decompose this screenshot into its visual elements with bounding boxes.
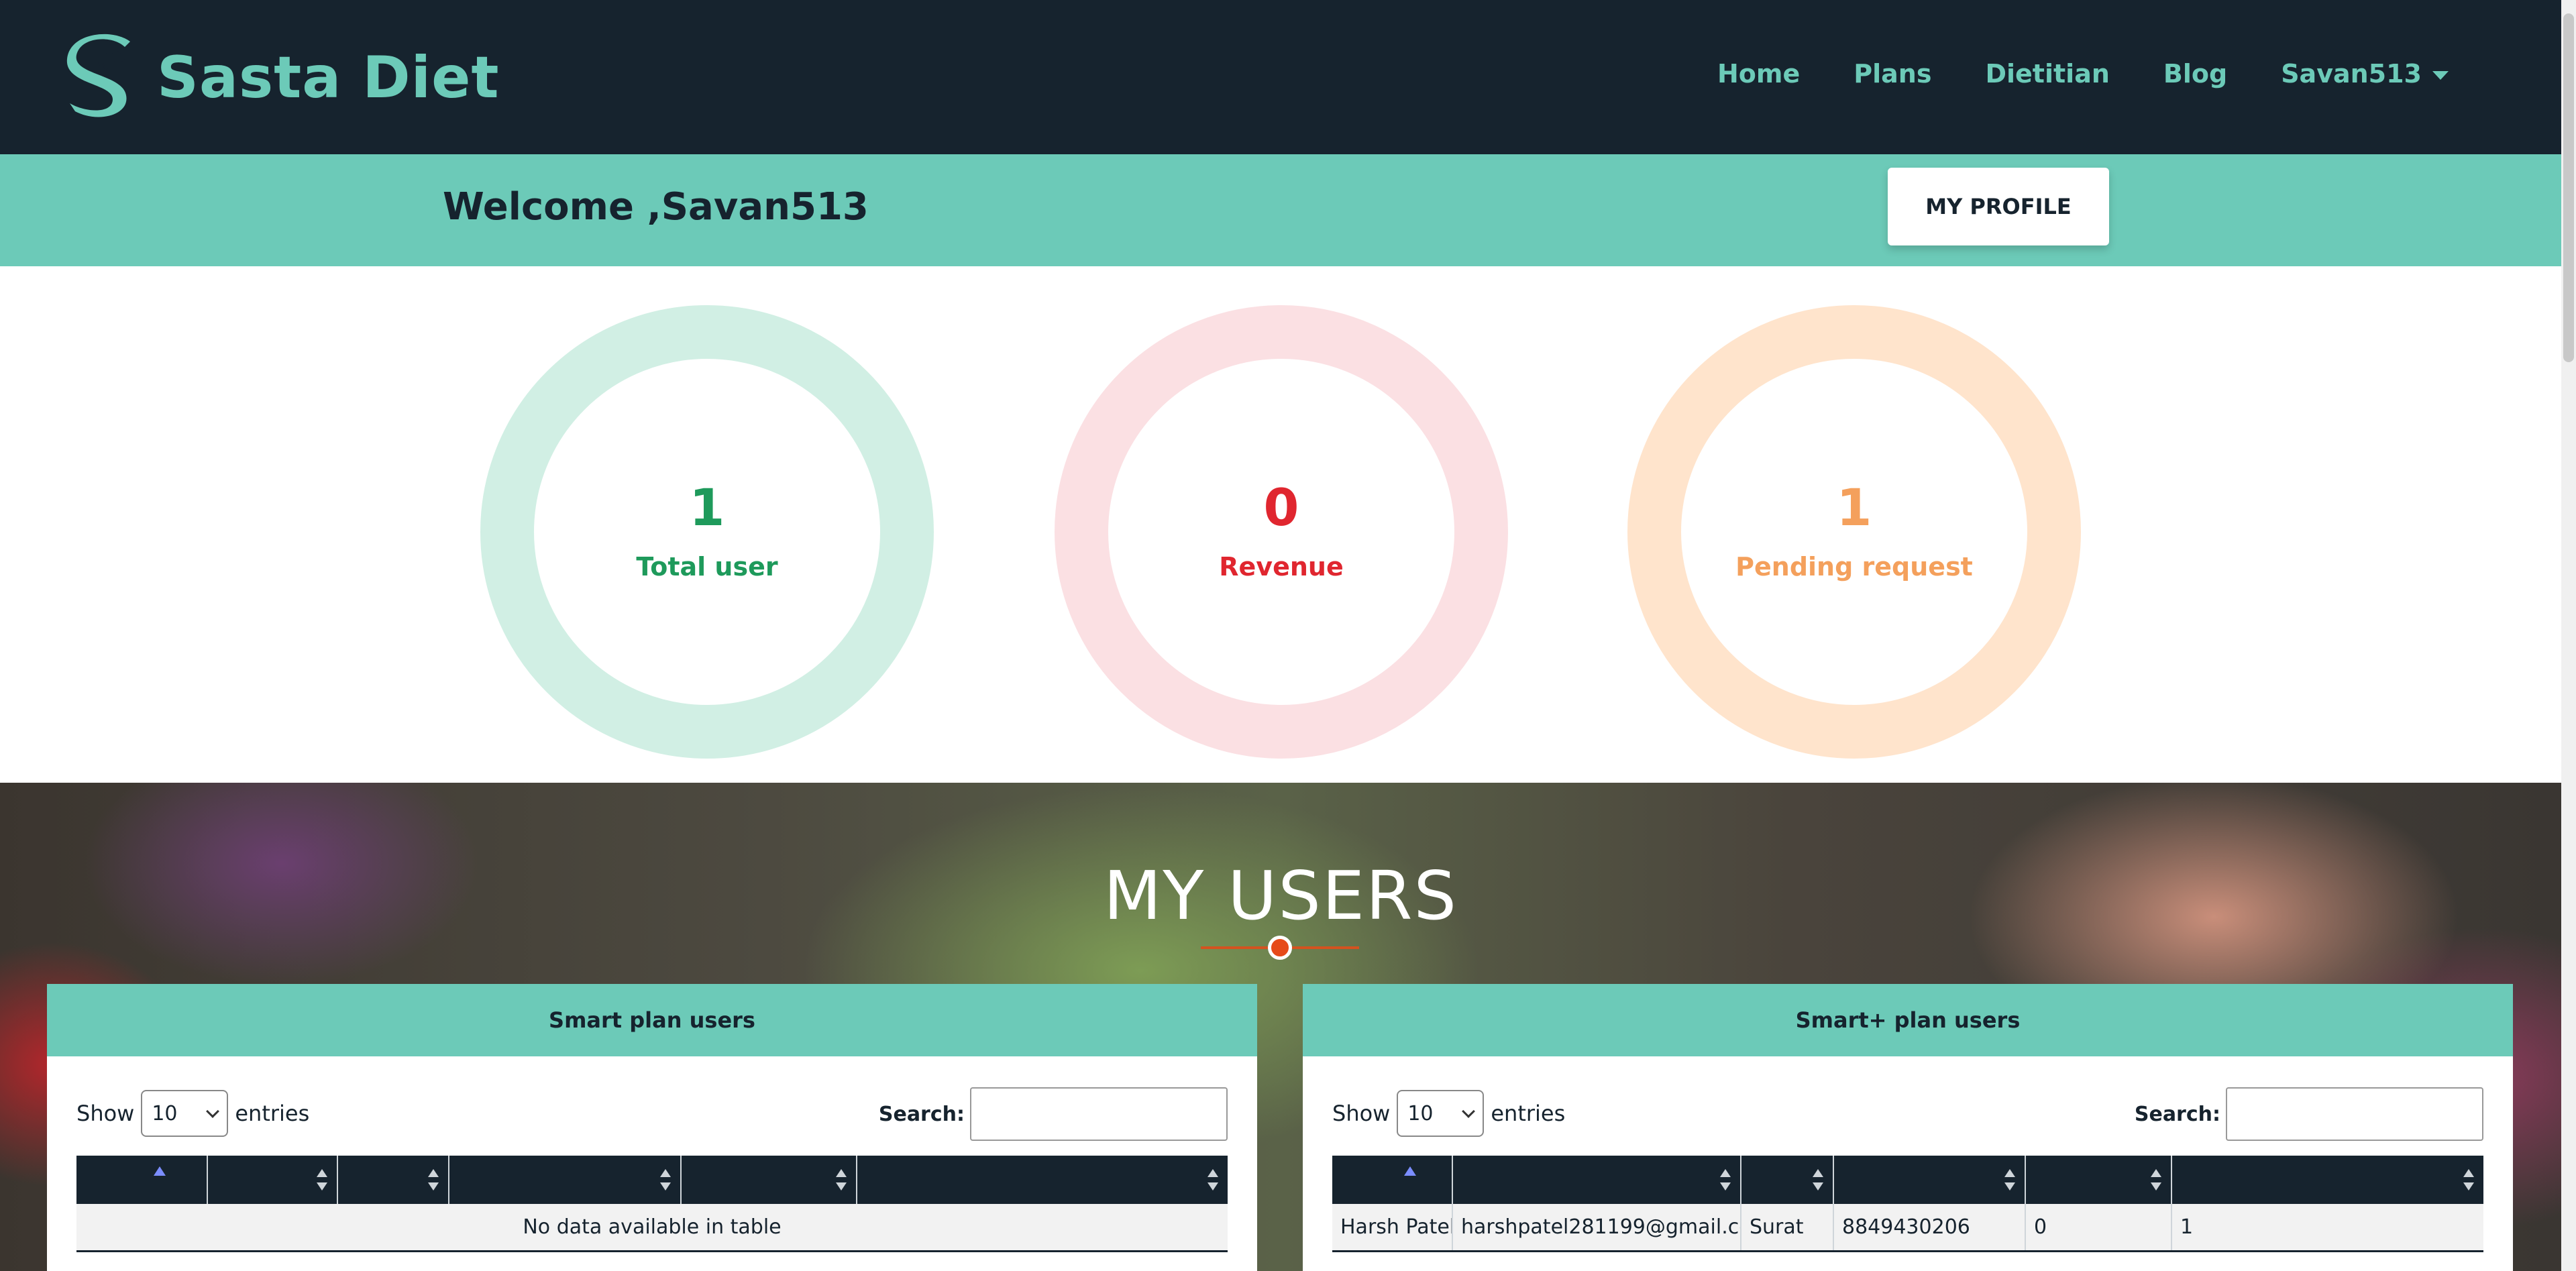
chevron-down-icon (1462, 1105, 1476, 1118)
nav-link-blog[interactable]: Blog (2163, 59, 2227, 89)
stat-value: 1 (689, 478, 725, 537)
table-search: Search: (2135, 1087, 2483, 1141)
cell-value: 0 (2026, 1204, 2172, 1250)
stat-pending-requests: 1 Pending request (1627, 305, 2081, 759)
page-scrollbar[interactable] (2561, 0, 2576, 1271)
welcome-bar: Welcome ,Savan513 MY PROFILE (0, 154, 2561, 266)
table-controls: Show 10 entries Search: (47, 1056, 1257, 1150)
search-input[interactable] (2226, 1087, 2483, 1141)
nav-link-dietitian[interactable]: Dietitian (1985, 59, 2109, 89)
smart-plus-users-table: Harsh Patel harshpatel281199@gmail.com S… (1332, 1156, 2483, 1252)
smart-users-table: No data available in table (76, 1156, 1228, 1252)
entries-select[interactable]: 10 (141, 1090, 229, 1137)
user-menu-toggle[interactable]: Savan513 (2281, 59, 2449, 89)
cell-value: 1 (2180, 1215, 2194, 1239)
column-header[interactable] (682, 1156, 857, 1204)
stat-value: 0 (1263, 478, 1299, 537)
entries-value: 10 (152, 1101, 178, 1125)
stat-value: 1 (1836, 478, 1872, 537)
stat-label: Total user (636, 552, 778, 582)
column-header[interactable] (2172, 1156, 2483, 1204)
sort-asc-icon (1404, 1166, 1416, 1176)
table-header (1332, 1156, 2483, 1204)
show-label: Show (76, 1101, 135, 1126)
entries-label: entries (1491, 1101, 1566, 1126)
entries-label: entries (235, 1101, 310, 1126)
column-header[interactable] (857, 1156, 1228, 1204)
navbar: Sasta Diet Home Plans Dietitian Blog Sav… (0, 0, 2561, 154)
table-header (76, 1156, 1228, 1204)
welcome-heading: Welcome ,Savan513 (443, 185, 869, 229)
sort-icon (836, 1169, 847, 1191)
sort-icon (317, 1169, 327, 1191)
stat-label: Revenue (1219, 552, 1344, 582)
main-nav: Home Plans Dietitian Blog Savan513 (1664, 59, 2449, 89)
column-header[interactable] (1741, 1156, 1834, 1204)
caret-down-icon (2432, 71, 2449, 80)
entries-length: Show 10 entries (76, 1090, 309, 1137)
cell-city: Surat (1741, 1204, 1834, 1250)
brand-s-icon (66, 34, 130, 117)
stat-revenue: 0 Revenue (1055, 305, 1508, 759)
nav-link-plans[interactable]: Plans (1854, 59, 1931, 89)
sort-icon (2004, 1169, 2015, 1191)
nav-link-home[interactable]: Home (1717, 59, 1800, 89)
smart-plus-plan-panel: Smart+ plan users Show 10 entries Search… (1303, 984, 2513, 1271)
section-title: MY USERS (1104, 856, 1458, 935)
title-divider-dot-icon (1268, 936, 1292, 960)
search-label: Search: (2134, 1102, 2220, 1126)
sort-icon (1208, 1169, 1218, 1191)
show-label: Show (1332, 1101, 1391, 1126)
brand-logo[interactable]: Sasta Diet (66, 32, 500, 123)
my-users-section: MY USERS Smart plan users Show 10 entrie… (0, 783, 2561, 1271)
column-header[interactable] (208, 1156, 338, 1204)
sort-icon (660, 1169, 671, 1191)
stat-total-users: 1 Total user (480, 305, 934, 759)
scrollbar-thumb[interactable] (2563, 13, 2574, 362)
cell-email: harshpatel281199@gmail.com (1453, 1204, 1741, 1250)
smart-plan-panel: Smart plan users Show 10 entries Search: (47, 984, 1257, 1271)
cell-phone: 8849430206 (1834, 1204, 2026, 1250)
entries-value: 10 (1407, 1101, 1434, 1125)
search-input[interactable] (970, 1087, 1228, 1141)
sort-icon (2463, 1169, 2474, 1191)
brand-name: Sasta Diet (157, 44, 500, 111)
cell-name: Harsh Patel (1332, 1204, 1453, 1250)
empty-table-message: No data available in table (523, 1215, 782, 1239)
my-profile-button[interactable]: MY PROFILE (1888, 168, 2109, 245)
panel-title: Smart+ plan users (1303, 984, 2513, 1056)
sort-icon (1813, 1169, 1823, 1191)
search-label: Search: (878, 1102, 965, 1126)
chevron-down-icon (206, 1105, 220, 1118)
user-menu-label: Savan513 (2281, 59, 2422, 89)
column-header[interactable] (338, 1156, 449, 1204)
column-header[interactable] (1332, 1156, 1453, 1204)
column-header[interactable] (76, 1156, 208, 1204)
table-controls: Show 10 entries Search: (1303, 1056, 2513, 1150)
column-header[interactable] (2026, 1156, 2172, 1204)
table-search: Search: (879, 1087, 1228, 1141)
table-row: Harsh Patel harshpatel281199@gmail.com S… (1332, 1204, 2483, 1252)
column-header[interactable] (449, 1156, 682, 1204)
entries-length: Show 10 entries (1332, 1090, 1565, 1137)
entries-select[interactable]: 10 (1397, 1090, 1485, 1137)
stat-label: Pending request (1735, 552, 1973, 582)
column-header[interactable] (1453, 1156, 1741, 1204)
sort-icon (1720, 1169, 1731, 1191)
stats-section: 1 Total user 0 Revenue 1 Pending request (0, 266, 2561, 783)
sort-icon (2151, 1169, 2161, 1191)
panel-title: Smart plan users (47, 984, 1257, 1056)
sort-icon (428, 1169, 439, 1191)
column-header[interactable] (1834, 1156, 2026, 1204)
sort-asc-icon (154, 1166, 166, 1176)
table-row: No data available in table (76, 1204, 1228, 1252)
